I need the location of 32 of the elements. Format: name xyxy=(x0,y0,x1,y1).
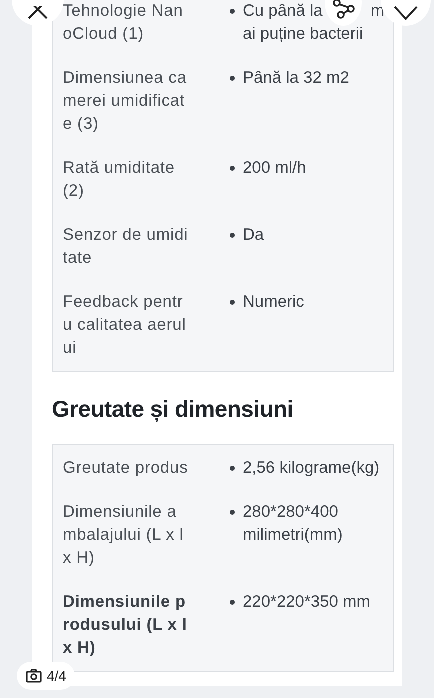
bullet-icon xyxy=(230,300,235,305)
spec-value: ai puține bacterii xyxy=(243,24,364,45)
spec-value: Da xyxy=(243,225,264,246)
spec-value: Numeric xyxy=(243,292,304,313)
share-icon xyxy=(332,0,356,19)
spec-label: Feedback pentru calitatea aerului xyxy=(63,292,188,359)
photo-counter: 4/4 xyxy=(47,666,66,686)
camera-icon xyxy=(26,669,42,683)
bullet-icon xyxy=(230,76,235,81)
close-icon xyxy=(28,6,48,20)
bullet-icon xyxy=(230,233,235,238)
spec-value: 200 ml/h xyxy=(243,158,306,179)
spec-value: Cu până la xyxy=(243,2,323,20)
spec-label: Dimensiunile produsului (L x l x H) xyxy=(63,592,188,658)
spec-label: Rată umiditate (2) xyxy=(63,158,176,202)
bullet-icon xyxy=(230,466,235,470)
bullet-icon xyxy=(230,600,235,604)
bullet-icon xyxy=(230,9,235,14)
spec-label: Greutate produs xyxy=(63,458,190,478)
bullet-icon xyxy=(230,166,235,171)
spec-label: Senzor de umiditate xyxy=(63,225,190,269)
spec-value: 2,56 kilograme(kg) xyxy=(243,458,380,478)
photo-counter-badge[interactable]: 4/4 xyxy=(17,662,76,690)
spec-value: 220*220*350 mm xyxy=(243,592,371,612)
bullet-icon xyxy=(230,510,235,514)
spec-value: Până la 32 m2 xyxy=(243,68,350,89)
spec-value: m xyxy=(370,2,385,20)
spec-value: 280*280*400 milimetri(mm) xyxy=(243,502,344,546)
section-heading: Greutate și dimensiuni xyxy=(52,395,294,424)
spec-label: Dimensiunile ambalajului (L x l x H) xyxy=(63,502,185,568)
spec-label: Tehnologie NanoCloud (1) xyxy=(63,1,184,45)
spec-label: Dimensiunea camerei umidificate (3) xyxy=(63,68,188,135)
